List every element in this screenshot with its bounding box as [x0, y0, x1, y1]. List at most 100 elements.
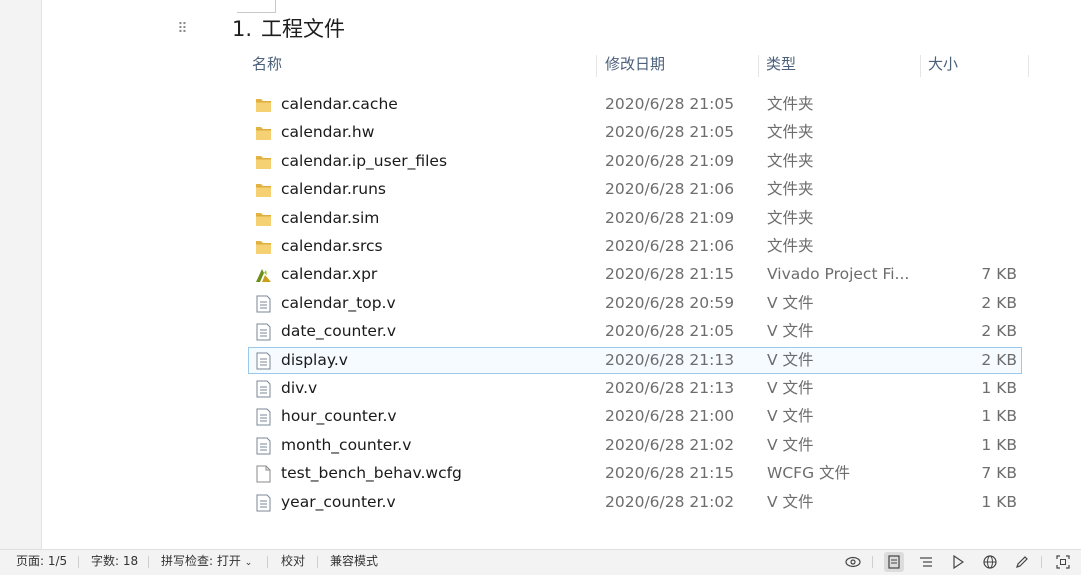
compat-mode-label: 兼容模式 [330, 554, 379, 568]
status-divider [148, 556, 149, 568]
file-row[interactable]: test_bench_behav.wcfg 2020/6/28 21:15 WCFG… [248, 460, 1022, 487]
file-name: month_counter.v [281, 435, 412, 454]
eye-icon[interactable] [843, 552, 863, 572]
file-type: V 文件 [767, 293, 814, 312]
file-row[interactable]: year_counter.v 2020/6/28 21:02 V 文件 1 KB [248, 489, 1022, 516]
file-name: calendar.cache [281, 95, 398, 113]
drag-handle-icon[interactable]: ⠿ [175, 20, 189, 38]
blank-file-icon [255, 465, 272, 483]
file-type: V 文件 [767, 350, 814, 369]
file-type: 文件夹 [767, 180, 814, 199]
pen-icon[interactable] [1012, 552, 1032, 572]
file-size: 2 KB [981, 350, 1017, 369]
file-explorer-screenshot: 名称 修改日期 类型 大小 calendar.cache 2020/6/28 21… [232, 47, 1081, 549]
file-row[interactable]: display.v 2020/6/28 21:13 V 文件 2 KB [248, 346, 1022, 374]
status-divider [872, 556, 873, 568]
page-indicator[interactable]: 页面: 1/5 [16, 550, 67, 573]
file-modified-date: 2020/6/28 21:13 [605, 350, 735, 369]
spell-check-label: 拼写检查: 打开 [161, 554, 241, 568]
file-size: 2 KB [981, 322, 1017, 341]
column-divider [596, 55, 597, 77]
file-type: V 文件 [767, 492, 814, 511]
spell-check-toggle[interactable]: 拼写检查: 打开 ⌄ [161, 550, 252, 575]
file-type: 文件夹 [767, 151, 814, 170]
file-type: V 文件 [767, 407, 814, 426]
status-divider [267, 556, 268, 568]
file-size: 1 KB [981, 435, 1017, 454]
file-row[interactable]: date_counter.v 2020/6/28 21:05 V 文件 2 KB [248, 318, 1022, 345]
column-divider [758, 55, 759, 77]
section-heading: 1. 工程文件 [232, 15, 345, 43]
file-size: 1 KB [981, 379, 1017, 397]
file-size: 7 KB [981, 265, 1017, 284]
status-divider [317, 556, 318, 568]
file-size: 1 KB [981, 492, 1017, 511]
file-row[interactable]: calendar.runs 2020/6/28 21:06 文件夹 [248, 176, 1022, 203]
file-modified-date: 2020/6/28 21:06 [605, 180, 735, 199]
file-modified-date: 2020/6/28 21:00 [605, 407, 735, 426]
file-row[interactable]: calendar.ip_user_files 2020/6/28 21:09 文件夹 [248, 148, 1022, 175]
file-name: date_counter.v [281, 322, 397, 341]
text-file-icon [255, 494, 272, 512]
file-size: 1 KB [981, 407, 1017, 426]
column-header-type[interactable]: 类型 [766, 47, 796, 83]
web-view-icon[interactable] [980, 552, 1000, 572]
file-modified-date: 2020/6/28 21:06 [605, 237, 735, 255]
file-modified-date: 2020/6/28 21:15 [605, 464, 735, 483]
column-divider [1028, 55, 1029, 77]
file-name: calendar.hw [281, 123, 375, 142]
folder-icon [255, 238, 272, 256]
file-name: calendar.srcs [281, 237, 383, 255]
page-view-icon[interactable] [884, 552, 904, 572]
text-file-icon [255, 437, 272, 455]
file-name: calendar_top.v [281, 293, 396, 312]
file-row[interactable]: calendar.hw 2020/6/28 21:05 文件夹 [248, 119, 1022, 146]
file-modified-date: 2020/6/28 20:59 [605, 293, 735, 312]
status-divider [78, 556, 79, 568]
file-row[interactable]: calendar.xpr 2020/6/28 21:15 Vivado Projec… [248, 261, 1022, 288]
vivado-project-icon [255, 266, 272, 284]
text-file-icon [255, 380, 272, 398]
file-name: test_bench_behav.wcfg [281, 464, 462, 483]
file-name: div.v [281, 379, 318, 397]
file-name: calendar.runs [281, 180, 386, 199]
margin-corner-mark [237, 0, 276, 13]
text-file-icon [255, 323, 272, 341]
chevron-down-icon: ⌄ [244, 558, 253, 568]
status-bar: 页面: 1/5 字数: 18 拼写检查: 打开 ⌄ 校对 兼容模式 [0, 549, 1081, 574]
text-file-icon [255, 352, 272, 370]
file-row[interactable]: month_counter.v 2020/6/28 21:02 V 文件 1 KB [248, 432, 1022, 459]
folder-icon [255, 181, 272, 199]
file-modified-date: 2020/6/28 21:15 [605, 265, 735, 284]
file-row[interactable]: calendar_top.v 2020/6/28 20:59 V 文件 2 KB [248, 290, 1022, 317]
file-row[interactable]: div.v 2020/6/28 21:13 V 文件 1 KB [248, 375, 1022, 402]
file-row[interactable]: calendar.cache 2020/6/28 21:05 文件夹 [248, 91, 1022, 118]
play-icon[interactable] [948, 552, 968, 572]
file-type: 文件夹 [767, 95, 814, 113]
file-modified-date: 2020/6/28 21:05 [605, 322, 735, 341]
column-header-size[interactable]: 大小 [928, 47, 958, 83]
file-name: calendar.ip_user_files [281, 151, 448, 170]
status-divider [1041, 556, 1042, 568]
file-row[interactable]: hour_counter.v 2020/6/28 21:00 V 文件 1 KB [248, 403, 1022, 430]
file-type: 文件夹 [767, 237, 814, 255]
file-row[interactable]: calendar.srcs 2020/6/28 21:06 文件夹 [248, 233, 1022, 260]
file-modified-date: 2020/6/28 21:09 [605, 151, 735, 170]
folder-icon [255, 210, 272, 228]
word-count[interactable]: 字数: 18 [91, 550, 138, 573]
column-header-name[interactable]: 名称 [252, 47, 282, 83]
file-name: calendar.xpr [281, 265, 378, 284]
file-modified-date: 2020/6/28 21:05 [605, 123, 735, 142]
column-divider [920, 55, 921, 77]
fit-screen-icon[interactable] [1053, 552, 1073, 572]
heading-number: 1. [232, 17, 253, 41]
file-type: Vivado Project Fi... [767, 265, 910, 284]
folder-icon [255, 96, 272, 114]
file-name: calendar.sim [281, 208, 380, 227]
file-row[interactable]: calendar.sim 2020/6/28 21:09 文件夹 [248, 205, 1022, 232]
column-header-date[interactable]: 修改日期 [605, 47, 665, 83]
file-type: V 文件 [767, 435, 814, 454]
file-modified-date: 2020/6/28 21:02 [605, 492, 735, 511]
proofread-button[interactable]: 校对 [281, 550, 305, 573]
outline-view-icon[interactable] [916, 552, 936, 572]
